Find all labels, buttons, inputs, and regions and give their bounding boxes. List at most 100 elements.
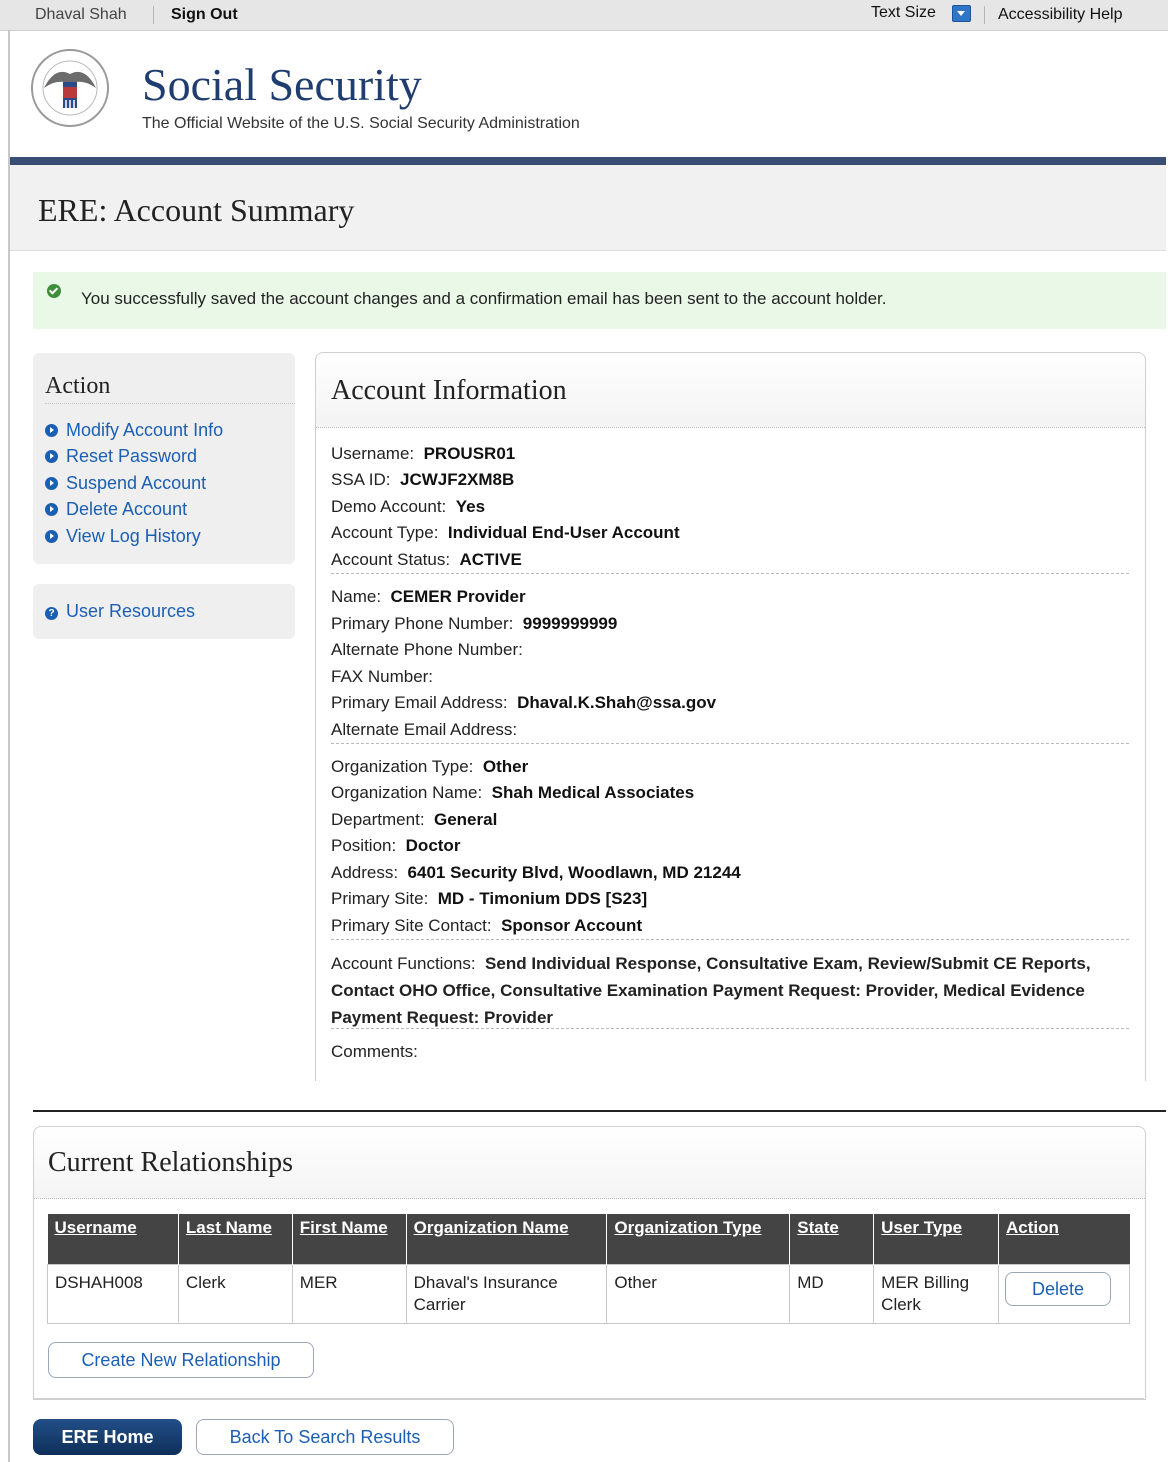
relationships-table: Username Last Name First Name Organizati… [47,1214,1130,1324]
arrow-circle-icon [45,450,58,463]
column-header-organization-name[interactable]: Organization Name [405,1214,607,1265]
sign-out-link[interactable]: Sign Out [171,6,238,24]
site-subtitle: The Official Website of the U.S. Social … [142,115,580,132]
section-divider [331,573,1129,574]
ssa-seal-icon[interactable] [30,48,110,128]
field-label: Comments: [331,1042,418,1061]
account-status-row: Account Status: ACTIVE [331,550,522,570]
column-header-state[interactable]: State [789,1214,874,1265]
field-label: Username: [331,444,415,463]
fax-row: FAX Number: [331,667,438,687]
divider [45,403,295,404]
section-divider [331,743,1129,744]
utility-bar: Dhaval Shah Sign Out Text Size Accessibi… [0,0,1168,31]
username-value: PROUSR01 [423,444,516,463]
demo-account-value: Yes [455,497,486,516]
field-label: FAX Number: [331,667,434,686]
column-header-last-name[interactable]: Last Name [177,1214,293,1265]
primary-site-contact-row: Primary Site Contact: Sponsor Account [331,916,642,936]
field-label: Department: [331,810,425,829]
organization-type-row: Organization Type: Other [331,757,528,777]
department-row: Department: General [331,810,497,830]
field-label: Name: [331,587,382,606]
arrow-circle-icon [45,477,58,490]
accessibility-help-link[interactable]: Accessibility Help [998,6,1122,24]
field-label: Account Functions: [331,954,476,973]
field-label: Alternate Email Address: [331,720,518,739]
field-label: Primary Phone Number: [331,614,514,633]
account-information-panel: Account Information Username: PROUSR01 S… [315,352,1146,1081]
account-functions-row: Account Functions: Send Individual Respo… [331,950,1131,1031]
user-resources-panel: ? User Resources [33,584,295,639]
delete-account-link[interactable]: Delete Account [45,499,187,520]
cell-username: DSHAH008 [47,1264,179,1324]
arrow-circle-icon [45,503,58,516]
modify-account-info-link[interactable]: Modify Account Info [45,420,223,441]
column-header-first-name[interactable]: First Name [291,1214,407,1265]
field-label: SSA ID: [331,470,391,489]
account-type-value: Individual End-User Account [447,523,680,542]
account-information-heading: Account Information [331,375,567,406]
cell-organization-name: Dhaval's Insurance Carrier [405,1264,608,1324]
back-to-search-results-button[interactable]: Back To Search Results [196,1419,454,1455]
primary-site-contact-value: Sponsor Account [501,916,643,935]
name-row: Name: CEMER Provider [331,587,526,607]
field-label: Account Status: [331,550,451,569]
link-label: User Resources [66,601,196,621]
organization-type-value: Other [482,757,529,776]
view-log-history-link[interactable]: View Log History [45,526,201,547]
site-title[interactable]: Social Security [142,58,422,111]
divider [153,6,154,24]
success-message: You successfully saved the account chang… [81,289,887,308]
section-separator [33,1110,1166,1112]
field-label: Demo Account: [331,497,447,516]
link-label: Suspend Account [66,473,207,493]
cell-state: MD [789,1264,875,1324]
delete-relationship-button[interactable]: Delete [1005,1272,1111,1306]
position-row: Position: Doctor [331,836,460,856]
section-divider [331,939,1129,940]
success-message-box: You successfully saved the account chang… [33,272,1166,329]
column-header-user-type[interactable]: User Type [873,1214,999,1265]
comments-row: Comments: [331,1042,423,1062]
cell-organization-type: Other [606,1264,791,1324]
column-header-action[interactable]: Action [998,1214,1130,1265]
header-rule [10,157,1166,165]
footer-divider [33,1398,1144,1399]
address-row: Address: 6401 Security Blvd, Woodlawn, M… [331,863,741,883]
suspend-account-link[interactable]: Suspend Account [45,473,206,494]
text-size-dropdown-icon[interactable] [952,5,971,22]
primary-phone-row: Primary Phone Number: 9999999999 [331,614,617,634]
arrow-circle-icon [45,530,58,543]
field-label: Position: [331,836,397,855]
user-name: Dhaval Shah [35,6,127,23]
organization-name-value: Shah Medical Associates [491,783,695,802]
column-header-username[interactable]: Username [47,1214,179,1265]
field-label: Primary Site: [331,889,429,908]
arrow-circle-icon [45,424,58,437]
field-label: Primary Email Address: [331,693,508,712]
cell-action: Delete [998,1264,1130,1324]
position-value: Doctor [405,836,461,855]
primary-site-row: Primary Site: MD - Timonium DDS [S23] [331,889,647,909]
table-header-row: Username Last Name First Name Organizati… [47,1214,1130,1265]
field-label: Organization Type: [331,757,474,776]
cell-last-name: Clerk [177,1264,293,1324]
account-type-row: Account Type: Individual End-User Accoun… [331,523,680,543]
section-divider [331,1028,1129,1029]
primary-phone-value: 9999999999 [522,614,618,633]
column-header-organization-type[interactable]: Organization Type [606,1214,790,1265]
field-label: Address: [331,863,399,882]
table-row: DSHAH008 Clerk MER Dhaval's Insurance Ca… [47,1264,1130,1324]
primary-site-value: MD - Timonium DDS [S23] [437,889,648,908]
user-resources-link[interactable]: ? User Resources [45,601,195,622]
create-new-relationship-button[interactable]: Create New Relationship [48,1342,314,1378]
field-label: Primary Site Contact: [331,916,492,935]
reset-password-link[interactable]: Reset Password [45,446,197,467]
ere-home-button[interactable]: ERE Home [33,1419,182,1455]
account-status-value: ACTIVE [459,550,522,569]
cell-user-type: MER Billing Clerk [873,1264,999,1324]
field-label: Alternate Phone Number: [331,640,523,659]
primary-email-value: Dhaval.K.Shah@ssa.gov [517,693,717,712]
link-label: View Log History [66,526,201,546]
